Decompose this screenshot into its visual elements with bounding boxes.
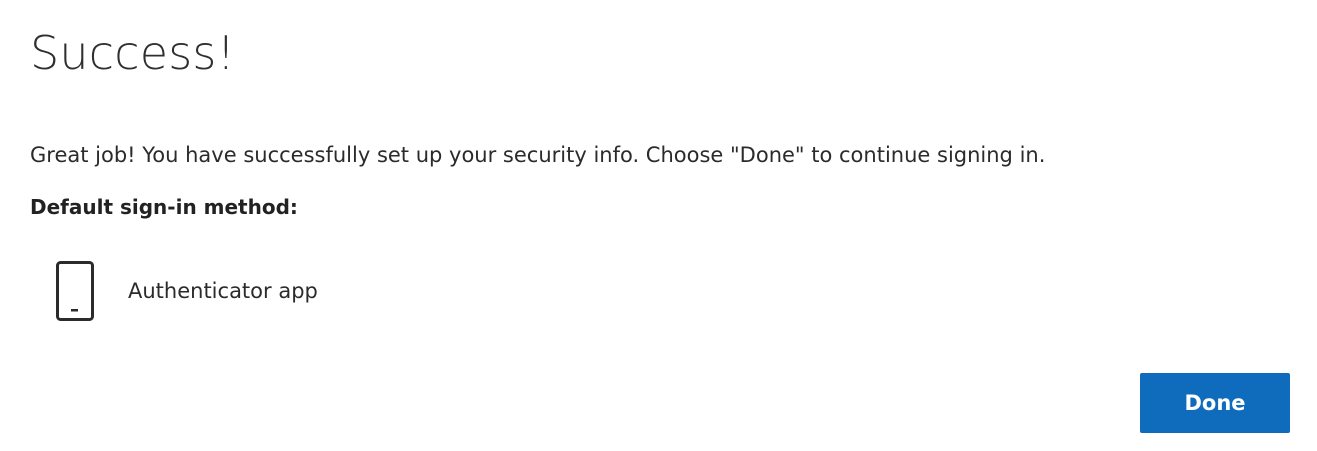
success-message: Great job! You have successfully set up … <box>30 143 1046 167</box>
phone-icon <box>55 260 95 322</box>
default-method-item: Authenticator app <box>55 260 318 322</box>
done-button[interactable]: Done <box>1140 373 1290 433</box>
method-label: Authenticator app <box>128 279 318 303</box>
page-title: Success! <box>30 26 236 80</box>
default-method-heading: Default sign-in method: <box>30 195 298 219</box>
